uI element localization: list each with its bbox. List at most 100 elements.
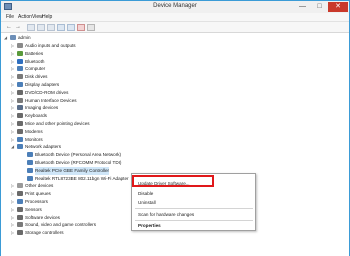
tree-item-label: Print queues bbox=[25, 191, 51, 197]
tree-item-label: Sound, video and game controllers bbox=[25, 222, 96, 228]
processor-icon bbox=[17, 199, 23, 204]
tree-child-label: Bluetooth Device (RFCOMM Protocol TDI) bbox=[35, 160, 122, 165]
properties-toolbar-icon[interactable] bbox=[27, 24, 35, 31]
tree-item-label: Bluetooth bbox=[25, 58, 45, 64]
tree-child-label: Realtek RTL8723BE 802.11bgn Wi-Fi Adapte… bbox=[35, 175, 129, 181]
tree-item-label: Software devices bbox=[25, 214, 60, 220]
expand-icon[interactable]: ▷ bbox=[11, 90, 15, 95]
tree-item-label: Network adapters bbox=[25, 144, 62, 150]
dvd-drive-icon bbox=[17, 89, 23, 95]
uninstall-menu-item[interactable]: Uninstall bbox=[138, 200, 156, 205]
help-toolbar-icon[interactable] bbox=[47, 24, 55, 31]
tree-child-label: Bluetooth Device (Personal Area Network) bbox=[35, 152, 122, 158]
expand-icon[interactable]: ▷ bbox=[11, 114, 15, 118]
disable-toolbar-icon[interactable] bbox=[87, 24, 95, 31]
tree-item-label: Disk drives bbox=[25, 74, 48, 80]
tree-item-label: Storage controllers bbox=[25, 230, 64, 236]
other-devices-icon bbox=[17, 183, 23, 189]
expand-icon[interactable]: ▷ bbox=[11, 122, 15, 126]
tree-item-label: Computer bbox=[25, 66, 46, 72]
minimize-button[interactable]: — bbox=[294, 2, 311, 12]
tree-item-label: Human Interface Devices bbox=[25, 97, 77, 103]
view-toolbar-icon[interactable] bbox=[37, 24, 45, 31]
computer-icon bbox=[10, 35, 16, 40]
expand-icon[interactable]: ▷ bbox=[11, 215, 15, 220]
network-device-icon bbox=[27, 160, 33, 165]
tree-item-label: Mice and other pointing devices bbox=[25, 121, 90, 126]
tree-item-label: Sensors bbox=[25, 206, 42, 212]
computer-icon bbox=[17, 66, 23, 72]
mouse-icon bbox=[17, 121, 23, 126]
tree-item-label: Batteries bbox=[25, 50, 44, 56]
menu-divider bbox=[135, 220, 253, 221]
monitor-icon bbox=[17, 136, 23, 142]
tree-item-label: Imaging devices bbox=[25, 105, 59, 111]
expand-icon[interactable]: ▷ bbox=[11, 44, 15, 48]
imaging-device-icon bbox=[17, 105, 23, 111]
tree-root-label: admin bbox=[18, 35, 31, 40]
expand-icon[interactable]: ▷ bbox=[11, 129, 15, 134]
network-device-icon bbox=[27, 175, 33, 181]
menu-action[interactable]: Action bbox=[18, 14, 32, 20]
hid-icon bbox=[17, 97, 23, 103]
expand-icon[interactable]: ▷ bbox=[11, 59, 15, 64]
tree-item-label: Processors bbox=[25, 199, 48, 204]
menu-bar: File Action View Help bbox=[1, 13, 349, 22]
properties-menu-item[interactable]: Properties bbox=[138, 223, 161, 228]
tree-child-label: Realtek PCIe GBE Family Controller bbox=[35, 166, 110, 175]
tree-item-label: Audio inputs and outputs bbox=[25, 43, 76, 48]
expand-icon[interactable]: ▷ bbox=[11, 75, 15, 79]
storage-controller-icon bbox=[17, 230, 23, 236]
expand-icon[interactable]: ▷ bbox=[11, 67, 15, 71]
expand-icon[interactable]: ▷ bbox=[11, 137, 15, 142]
scan-hardware-toolbar-icon[interactable] bbox=[57, 24, 65, 31]
tree-item-label: Monitors bbox=[25, 136, 43, 142]
keyboard-icon bbox=[17, 113, 23, 119]
expand-icon[interactable]: ▷ bbox=[11, 223, 15, 227]
tree-item-label: Other devices bbox=[25, 183, 54, 189]
menu-help[interactable]: Help bbox=[42, 14, 52, 20]
sensor-icon bbox=[17, 206, 23, 212]
close-button[interactable]: ✕ bbox=[328, 2, 348, 12]
tree-item-label: Keyboards bbox=[25, 113, 47, 119]
scan-hardware-menu-item[interactable]: Scan for hardware changes bbox=[138, 212, 194, 217]
collapse-icon[interactable]: ◢ bbox=[4, 36, 8, 40]
network-device-icon bbox=[27, 152, 33, 158]
expand-icon[interactable]: ▷ bbox=[11, 231, 15, 235]
software-device-icon bbox=[17, 214, 23, 220]
expand-icon[interactable]: ▷ bbox=[11, 106, 15, 110]
device-manager-window: Device Manager — □ ✕ File Action View He… bbox=[0, 0, 350, 256]
menu-file[interactable]: File bbox=[6, 14, 14, 20]
forward-button[interactable]: → bbox=[14, 24, 22, 31]
disk-drive-icon bbox=[17, 74, 23, 80]
expand-icon[interactable]: ▷ bbox=[11, 83, 15, 87]
expand-icon[interactable]: ▷ bbox=[11, 51, 15, 56]
sound-icon bbox=[17, 222, 23, 228]
bluetooth-icon bbox=[17, 58, 23, 64]
expand-icon[interactable]: ▷ bbox=[11, 184, 15, 188]
display-adapter-icon bbox=[17, 82, 23, 87]
menu-divider bbox=[135, 208, 253, 209]
back-button[interactable]: ← bbox=[5, 24, 13, 31]
tree-item-label: Modems bbox=[25, 128, 43, 134]
red-highlight-box bbox=[132, 175, 214, 187]
title-bar: Device Manager — □ ✕ bbox=[1, 1, 349, 13]
battery-icon bbox=[17, 50, 23, 56]
audio-icon bbox=[17, 43, 23, 48]
network-device-icon bbox=[27, 167, 33, 173]
tree-item-label: DVD/CD-ROM drives bbox=[25, 89, 69, 95]
tree-item-label: Display adapters bbox=[25, 82, 60, 87]
expand-icon[interactable]: ▷ bbox=[11, 192, 15, 196]
printer-icon bbox=[17, 191, 23, 197]
modem-icon bbox=[17, 128, 23, 134]
expand-icon[interactable]: ▷ bbox=[11, 200, 15, 204]
uninstall-toolbar-icon[interactable] bbox=[77, 24, 85, 31]
network-adapter-icon bbox=[17, 144, 23, 150]
expand-icon[interactable]: ▷ bbox=[11, 98, 15, 103]
collapse-icon[interactable]: ◢ bbox=[11, 145, 15, 149]
disable-menu-item[interactable]: Disable bbox=[138, 191, 153, 196]
maximize-button[interactable]: □ bbox=[311, 2, 328, 12]
expand-icon[interactable]: ▷ bbox=[11, 207, 15, 212]
toolbar: ← → bbox=[1, 22, 349, 33]
update-driver-toolbar-icon[interactable] bbox=[67, 24, 75, 31]
